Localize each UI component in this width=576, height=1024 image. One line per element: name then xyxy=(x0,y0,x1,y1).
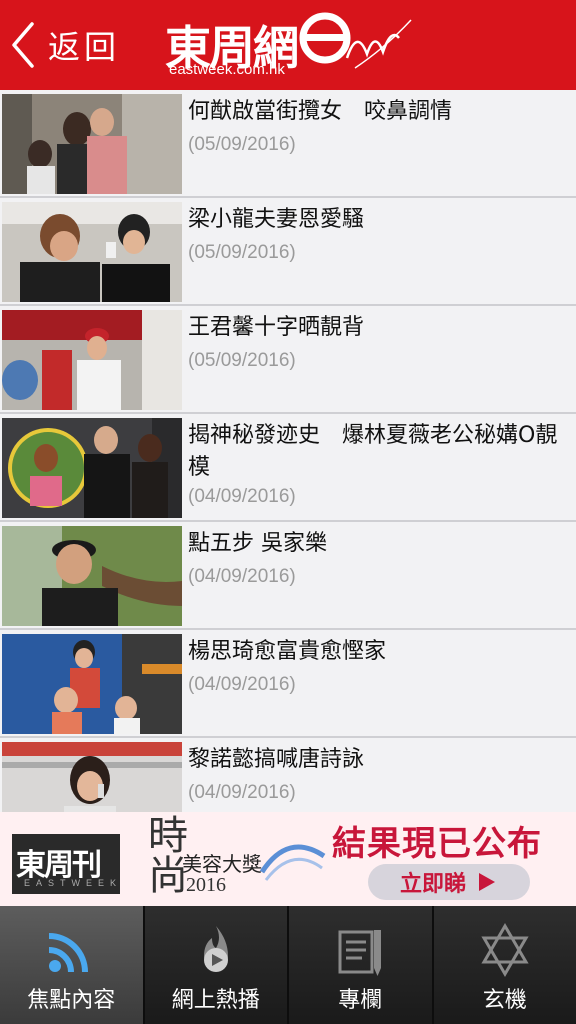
article-date: (04/09/2016) xyxy=(188,486,296,507)
article-date: (05/09/2016) xyxy=(188,242,296,263)
magazine-logo: 東周刊 EASTWEEK xyxy=(12,834,120,894)
tab-label: 焦點內容 xyxy=(27,988,116,1013)
tab-bar: 焦點內容 網上熱播 專欄 玄機 xyxy=(0,906,576,1024)
banner-award: 美容大獎 xyxy=(182,852,262,876)
star-of-david-icon xyxy=(481,923,529,977)
list-item[interactable]: 黎諾懿搞喊唐詩詠 (04/09/2016) xyxy=(0,738,576,812)
article-thumbnail xyxy=(2,202,182,302)
play-arrow-icon xyxy=(479,873,495,891)
list-item[interactable]: 梁小龍夫妻恩愛騷 (05/09/2016) xyxy=(0,198,576,306)
article-title: 揭神秘發迹史 爆林夏薇老公秘媾O靚模 xyxy=(188,423,558,480)
article-thumbnail xyxy=(2,94,182,194)
back-button[interactable]: 返回 xyxy=(8,18,120,72)
article-title: 梁小龍夫妻恩愛騷 xyxy=(188,207,365,232)
article-date: (04/09/2016) xyxy=(188,674,296,695)
tab-focus-content[interactable]: 焦點內容 xyxy=(0,906,145,1024)
ad-banner[interactable]: 東周刊 EASTWEEK 時尚 美容大獎 2016 結果現已公布 立即睇 xyxy=(0,812,576,906)
tab-online-hot[interactable]: 網上熱播 xyxy=(144,906,289,1024)
article-date: (04/09/2016) xyxy=(188,566,296,587)
article-date: (04/09/2016) xyxy=(188,782,296,803)
article-thumbnail xyxy=(2,634,182,734)
list-item[interactable]: 何猷啟當街攬女 咬鼻調情 (05/09/2016) xyxy=(0,90,576,198)
notebook-pen-icon xyxy=(338,930,382,976)
flame-play-icon xyxy=(203,926,228,972)
banner-headline: 結果現已公布 xyxy=(332,824,542,864)
article-thumbnail xyxy=(2,310,182,410)
article-title: 王君馨十字晒靚背 xyxy=(188,315,365,340)
article-date: (05/09/2016) xyxy=(188,350,296,371)
article-thumbnail xyxy=(2,418,182,518)
swirl-decoration-icon xyxy=(259,844,326,881)
logo-ew-icon xyxy=(299,12,412,69)
list-item[interactable]: 點五步 吳家樂 (04/09/2016) xyxy=(0,522,576,630)
chevron-left-icon xyxy=(12,22,34,68)
site-logo[interactable]: 東周網 eastweek.com.hk xyxy=(165,8,415,84)
tab-label: 網上熱播 xyxy=(171,988,260,1013)
article-thumbnail xyxy=(2,742,182,812)
article-date: (05/09/2016) xyxy=(188,134,296,155)
watch-now-label: 立即睇 xyxy=(399,872,466,897)
list-item[interactable]: 揭神秘發迹史 爆林夏薇老公秘媾O靚模 (04/09/2016) xyxy=(0,414,576,522)
watch-now-button[interactable]: 立即睇 xyxy=(368,864,530,900)
article-title: 楊思琦愈富貴愈慳家 xyxy=(188,639,387,664)
banner-year: 2016 xyxy=(186,874,226,896)
tab-label: 專欄 xyxy=(338,988,383,1013)
article-title: 何猷啟當街攬女 咬鼻調情 xyxy=(188,99,453,124)
back-label: 返回 xyxy=(48,28,121,66)
article-thumbnail xyxy=(2,526,182,626)
article-title: 黎諾懿搞喊唐詩詠 xyxy=(188,747,365,772)
header-bar: 返回 東周網 eastweek.com.hk xyxy=(0,0,576,90)
article-list[interactable]: 何猷啟當街攬女 咬鼻調情 (05/09/2016) 梁小龍夫妻恩愛騷 (05/0… xyxy=(0,90,576,812)
tab-label: 玄機 xyxy=(482,988,527,1013)
rss-icon xyxy=(49,933,89,973)
list-item[interactable]: 楊思琦愈富貴愈慳家 (04/09/2016) xyxy=(0,630,576,738)
logo-url: eastweek.com.hk xyxy=(169,61,285,78)
tab-mystery[interactable]: 玄機 xyxy=(433,906,576,1024)
magazine-name-en: EASTWEEK xyxy=(24,878,123,888)
article-title: 點五步 吳家樂 xyxy=(188,531,327,556)
tab-columns[interactable]: 專欄 xyxy=(289,906,434,1024)
list-item[interactable]: 王君馨十字晒靚背 (05/09/2016) xyxy=(0,306,576,414)
